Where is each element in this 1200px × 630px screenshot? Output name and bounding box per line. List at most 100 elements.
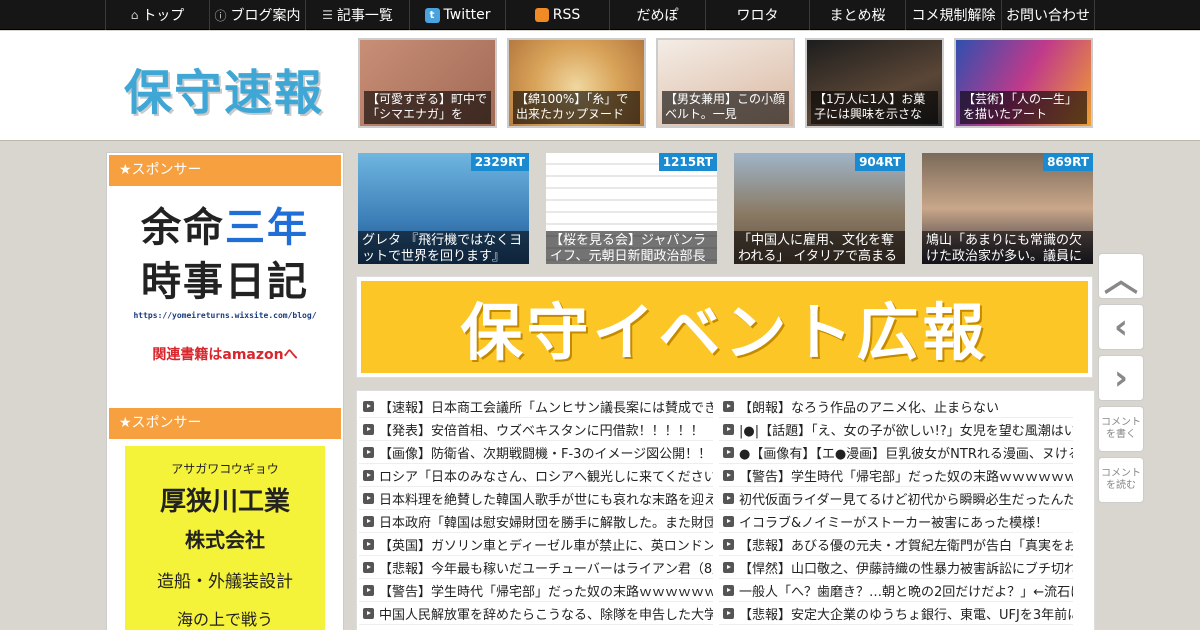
bullet-icon [723,607,734,619]
ad-text-blue: 三年 [225,205,309,251]
list-item-text: 【警告】学生時代「帰宅部」だった奴の末路ｗｗｗｗｗｗｗｗ [739,469,1073,485]
list-item-text: 一般人「へ？歯磨き？…朝と晩の2回だけだよ？」←流石に冗談 [739,584,1073,600]
list-item[interactable]: 中国人民解放軍を辞めたらこうなる、除隊を申告した大学生に [359,602,713,625]
banner-inner: 保守イベント広報 [361,281,1088,373]
nav-item-matome-sakura[interactable]: まとめ桜 [809,0,905,30]
list-item[interactable]: 【画像】防衛省、次期戦闘機・F-3のイメージ図公開！！！！！ [359,441,713,464]
header-thumb[interactable]: 【芸術】「人の一生」を描いたアート [954,38,1093,128]
nav-item-twitter[interactable]: t Twitter [409,0,505,30]
rt-count-badge: 1215RT [658,153,717,171]
bullet-icon [363,446,374,458]
ad-title-line2: 時事日記 [141,259,309,305]
rt-item[interactable]: 2329RT グレタ 『飛行機ではなくヨットで世界を回ります』 [358,153,529,264]
thumb-caption: 【芸術】「人の一生」を描いたアート [960,91,1087,124]
chevron-up-icon: ︿ [1104,259,1138,300]
list-item[interactable]: 日本料理を絶賛した韓国人歌手が世にも哀れな末路を迎えてし [359,487,713,510]
nav-label: トップ [142,8,185,24]
chevron-right-icon: › [1113,358,1128,398]
thumb-caption: 【男女兼用】この小顔ベルト。一見 [662,91,789,124]
article-list-box: 【速報】日本商工会議所「ムンヒサン議長案には賛成できない 【発表】安倍首相、ウズ… [356,390,1095,630]
nav-item-article-list[interactable]: ☰ 記事一覧 [305,0,409,30]
bullet-icon [723,446,734,458]
read-comment-button[interactable]: コメントを読む [1098,457,1144,503]
list-item[interactable]: 【英国】ガソリン車とディーゼル車が禁止に、英ロンドンの一 [359,533,713,556]
bullet-icon [363,515,374,527]
nav-label: まとめ桜 [829,8,886,24]
bullet-icon [363,607,374,619]
rt-count-badge: 869RT [1043,153,1093,171]
ad-url: https://yomeireturns.wixsite.com/blog/ [133,311,317,320]
list-item[interactable]: 一般人「へ？歯磨き？…朝と晩の2回だけだよ？」←流石に冗談 [719,579,1073,602]
write-comment-button[interactable]: コメントを書く [1098,406,1144,452]
list-item-text: 【発表】安倍首相、ウズベキスタンに円借款！！！！！ [379,423,704,439]
list-item[interactable]: 初代仮面ライダー見てるけど初代から瞬瞬必生だったんだな... [719,487,1073,510]
rt-caption: 「中国人に雇用、文化を奪われる」 イタリアで高まる [734,231,905,264]
rt-item[interactable]: 1215RT 【桜を見る会】ジャパンライフ、元朝日新聞政治部長 [546,153,717,264]
list-item[interactable]: 【悲報】今年最も稼いだユーチューバーはライアン君（8歳）年 [359,556,713,579]
list-item[interactable]: 【発表】安倍首相、ウズベキスタンに円借款！！！！！ [359,418,713,441]
list-item-text: ●【画像有】【エ●漫画】巨乳彼女がNTRれる漫画、ヌける [739,446,1073,462]
list-item[interactable]: イコラブ&ノイミーがストーカー被害にあった模様！ [719,510,1073,533]
yomei-ad[interactable]: 余命三年 時事日記 https://yomeireturns.wixsite.c… [109,193,341,383]
nav-label: 記事一覧 [336,8,393,24]
thumb-caption: 【綿100%】「糸」で出来たカップヌード [513,91,640,124]
rt-caption: 【桜を見る会】ジャパンライフ、元朝日新聞政治部長 [546,231,717,264]
chevron-left-icon: ‹ [1113,307,1128,347]
next-page-button[interactable]: › [1098,355,1144,401]
list-item[interactable]: 【悲報】安定大企業のゆうちょ銀行、東電、UFJを3年前に買っ [719,602,1073,625]
nav-label: RSS [552,7,581,23]
list-item[interactable]: 日本政府「韓国は慰安婦財団を勝手に解散した。また財団を作 [359,510,713,533]
nav-item-warota[interactable]: ワロタ [705,0,809,30]
prev-page-button[interactable]: ‹ [1098,304,1144,350]
list-item-text: イコラブ&ノイミーがストーカー被害にあった模様！ [739,515,1049,531]
asagawa-ad[interactable]: アサガワコウギョウ 厚狭川工業 株式会社 造船・外艤装設計 海の上で戦う [125,446,325,630]
ad-amazon-link[interactable]: 関連書籍はamazonへ [109,344,341,364]
home-icon: ⌂ [130,8,139,22]
list-item[interactable]: 【速報】日本商工会議所「ムンヒサン議長案には賛成できない [359,395,713,418]
nav-item-blog-guide[interactable]: ⓘ ブログ案内 [209,0,305,30]
article-list-right: 【朗報】なろう作品のアニメ化、止まらない |●|【話題】「え、女の子が欲しい!?… [719,395,1073,625]
list-item-text: 【悲報】あびる優の元夫・才賀紀左衛門が告白「真実をお話し [739,538,1073,554]
list-item[interactable]: ロシア「日本のみなさん、ロシアへ観光しに来てください」 [359,464,713,487]
header-thumb[interactable]: 【男女兼用】この小顔ベルト。一見 [656,38,795,128]
header-thumbnails: 【可愛すぎる】町中で「シマエナガ」を 【綿100%】「糸」で出来たカップヌード … [358,38,1093,128]
list-item-text: 【悲報】安定大企業のゆうちょ銀行、東電、UFJを3年前に買っ [739,607,1073,623]
list-item[interactable]: 【警告】学生時代「帰宅部」だった奴の末路ｗｗｗｗｗｗｗｗ [719,464,1073,487]
bullet-icon [723,538,734,550]
bullet-icon [723,515,734,527]
nav-item-comment-unban[interactable]: コメ規制解除 [905,0,1001,30]
scroll-top-button[interactable]: ︿ [1098,253,1144,300]
list-item[interactable]: |●|【話題】「え、女の子が欲しい!?」女児を望む風潮はいつか [719,418,1073,441]
list-item[interactable]: 【警告】学生時代「帰宅部」だった奴の末路ｗｗｗｗｗｗｗｗ [359,579,713,602]
header-thumb[interactable]: 【1万人に1人】お菓子には興味を示さな [805,38,944,128]
nav-item-rss[interactable]: RSS [505,0,609,30]
bullet-icon [363,538,374,550]
bullet-icon [363,561,374,573]
nav-label: ワロタ [736,8,779,24]
header-thumb[interactable]: 【綿100%】「糸」で出来たカップヌード [507,38,646,128]
list-item[interactable]: 【朗報】なろう作品のアニメ化、止まらない [719,395,1073,418]
list-item[interactable]: 【悲報】あびる優の元夫・才賀紀左衛門が告白「真実をお話し [719,533,1073,556]
nav-item-damepo[interactable]: だめぽ [609,0,705,30]
rt-item[interactable]: 869RT 鳩山「あまりにも常識の欠けた政治家が多い。議員に [922,153,1093,264]
nav-item-top[interactable]: ⌂ トップ [105,0,209,30]
bullet-icon [723,400,734,412]
site-logo[interactable]: 保守速報 [124,53,324,123]
rt-count-badge: 2329RT [470,153,529,171]
nav-label: Twitter [443,7,491,23]
nav-item-contact[interactable]: お問い合わせ [1001,0,1095,30]
list-item-text: 【警告】学生時代「帰宅部」だった奴の末路ｗｗｗｗｗｗｗｗ [379,584,713,600]
list-item-text: 【速報】日本商工会議所「ムンヒサン議長案には賛成できない [379,400,713,416]
event-banner[interactable]: 保守イベント広報 [356,276,1093,378]
nav-label: ブログ案内 [230,8,301,24]
header-thumb[interactable]: 【可愛すぎる】町中で「シマエナガ」を [358,38,497,128]
rt-item[interactable]: 904RT 「中国人に雇用、文化を奪われる」 イタリアで高まる [734,153,905,264]
list-item[interactable]: ●【画像有】【エ●漫画】巨乳彼女がNTRれる漫画、ヌける [719,441,1073,464]
bullet-icon [363,492,374,504]
list-item[interactable]: 【悍然】山口敬之、伊藤詩織の性暴力被害訴訟にブチ切れの理 [719,556,1073,579]
list-icon: ☰ [322,8,333,22]
list-item-text: ロシア「日本のみなさん、ロシアへ観光しに来てください」 [379,469,713,485]
bullet-icon [723,469,734,481]
ad-text: 余命 [141,205,225,251]
rt-caption: グレタ 『飛行機ではなくヨットで世界を回ります』 [358,231,529,264]
